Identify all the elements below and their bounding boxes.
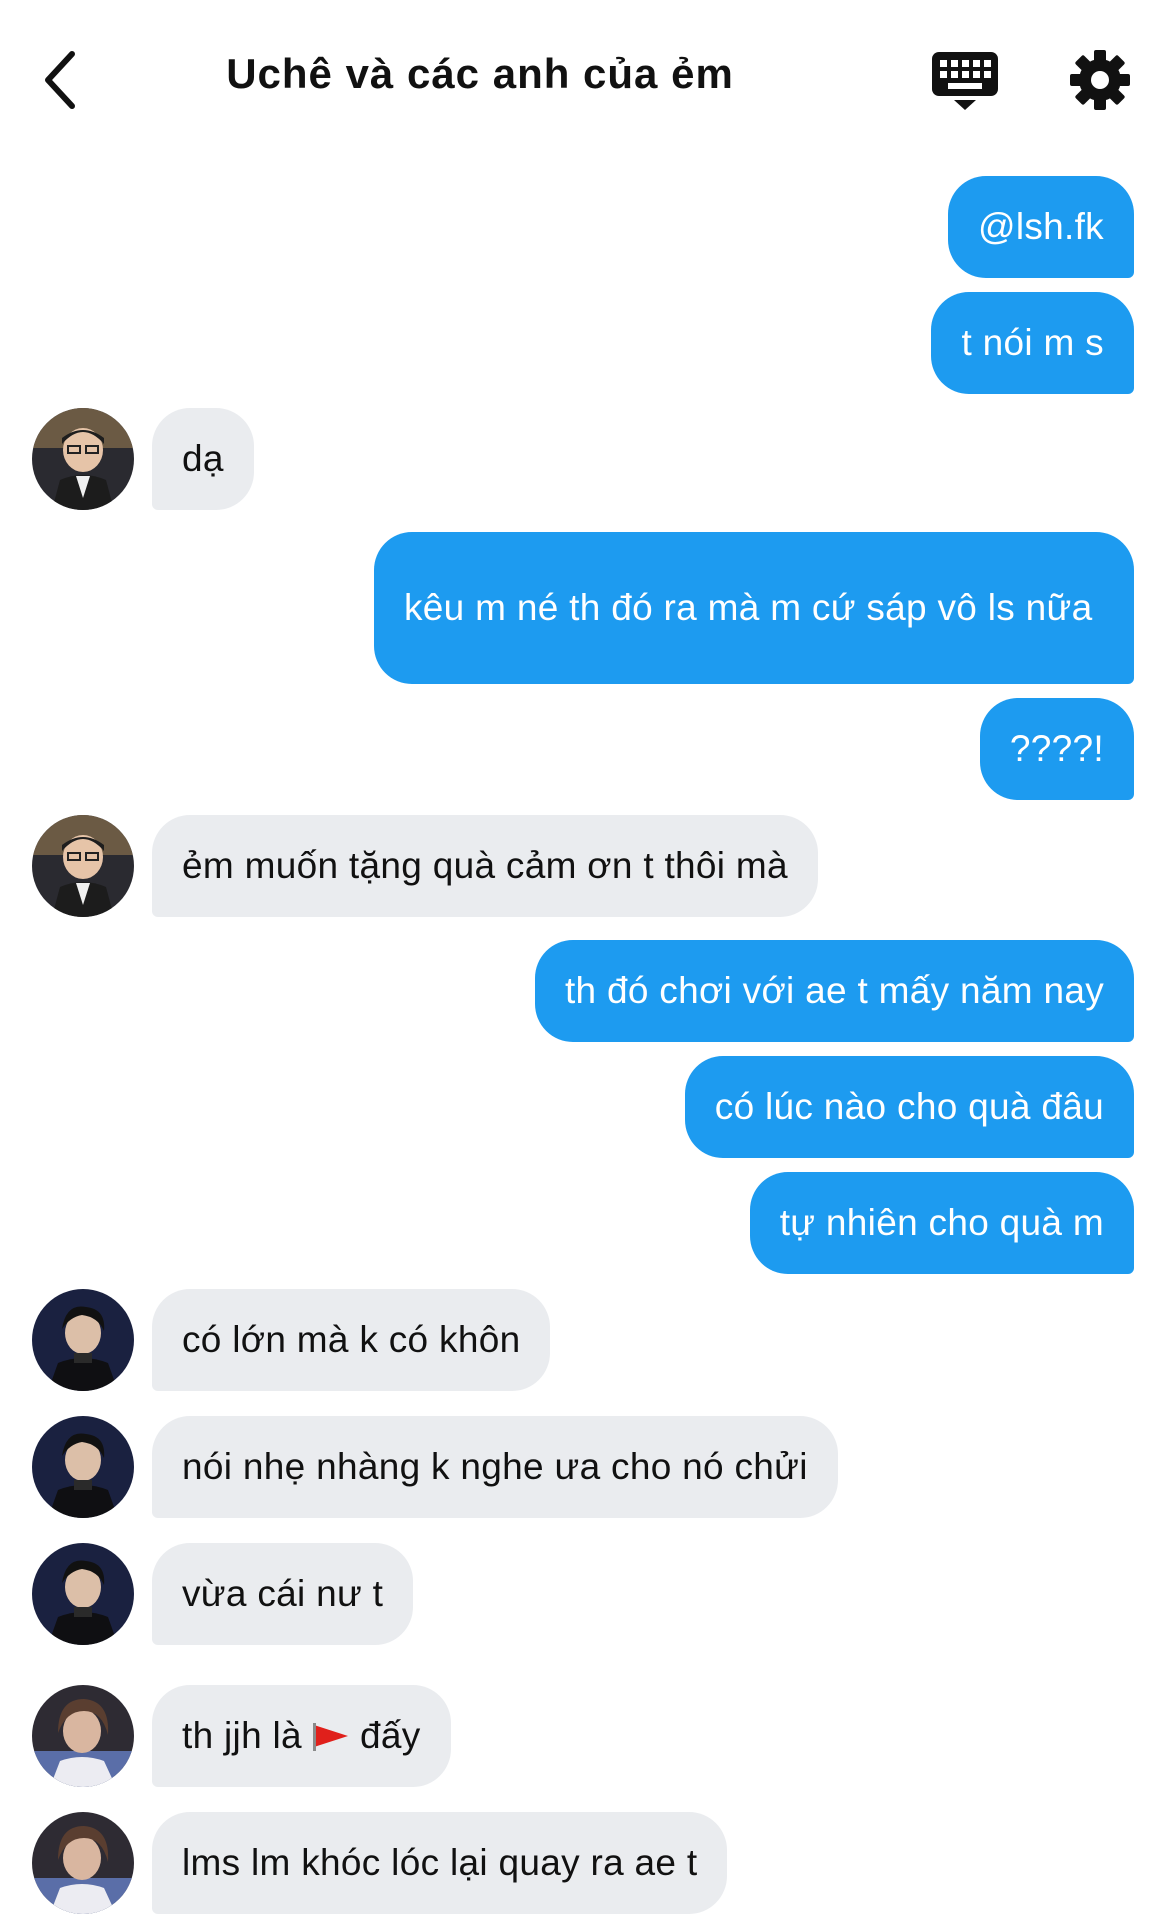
- message-text: th đó chơi với ae t mấy năm nay: [564, 970, 1104, 1011]
- avatar[interactable]: [32, 1289, 134, 1391]
- chevron-left-icon[interactable]: [38, 44, 86, 116]
- avatar[interactable]: [32, 1685, 134, 1787]
- message-text: có lúc nào cho quà đâu: [714, 1086, 1104, 1127]
- keyboard-icon[interactable]: [930, 50, 1000, 112]
- outgoing-message[interactable]: th đó chơi với ae t mấy năm nay: [534, 940, 1134, 1042]
- outgoing-message[interactable]: ????!: [979, 698, 1134, 800]
- incoming-message[interactable]: nói nhẹ nhàng k nghe ưa cho nó chửi: [152, 1416, 838, 1518]
- avatar[interactable]: [32, 1416, 134, 1518]
- message-text: kêu m né th đó ra mà m cứ sáp vô ls nữa: [404, 587, 1093, 628]
- outgoing-message[interactable]: tự nhiên cho quà m: [749, 1172, 1134, 1274]
- message-text: vừa cái nư t: [182, 1573, 384, 1614]
- message-text-after: đấy: [359, 1715, 421, 1756]
- message-text: t nói m s: [961, 322, 1104, 363]
- incoming-message[interactable]: dạ: [152, 408, 254, 510]
- gear-icon[interactable]: [1068, 48, 1132, 112]
- incoming-message[interactable]: th jjh là đấy: [152, 1685, 451, 1787]
- avatar[interactable]: [32, 1812, 134, 1914]
- incoming-message[interactable]: ẻm muốn tặng quà cảm ơn t thôi mà: [152, 815, 818, 917]
- outgoing-message[interactable]: kêu m né th đó ra mà m cứ sáp vô ls nữa: [374, 532, 1134, 684]
- message-text: @lsh.fk: [977, 206, 1104, 247]
- message-text-before: th jjh là: [182, 1715, 302, 1756]
- avatar[interactable]: [32, 1543, 134, 1645]
- triangular-flag-icon: [312, 1723, 348, 1751]
- outgoing-message[interactable]: có lúc nào cho quà đâu: [684, 1056, 1134, 1158]
- conversation-title: Uchê và các anh của ẻm: [226, 50, 734, 97]
- avatar[interactable]: [32, 408, 134, 510]
- outgoing-message[interactable]: t nói m s: [931, 292, 1134, 394]
- message-text: dạ: [182, 438, 224, 479]
- outgoing-message[interactable]: @lsh.fk: [947, 176, 1134, 278]
- message-text: ẻm muốn tặng quà cảm ơn t thôi mà: [182, 845, 788, 886]
- avatar[interactable]: [32, 815, 134, 917]
- message-text: lms lm khóc lóc lại quay ra ae t: [182, 1842, 698, 1883]
- message-text: có lớn mà k có khôn: [182, 1319, 521, 1360]
- message-text: nói nhẹ nhàng k nghe ưa cho nó chửi: [182, 1446, 808, 1487]
- incoming-message[interactable]: có lớn mà k có khôn: [152, 1289, 551, 1391]
- incoming-message[interactable]: lms lm khóc lóc lại quay ra ae t: [152, 1812, 728, 1914]
- incoming-message[interactable]: vừa cái nư t: [152, 1543, 414, 1645]
- message-text: ????!: [1009, 728, 1104, 769]
- chat-header: Uchê và các anh của ẻm: [0, 0, 1164, 160]
- message-text: tự nhiên cho quà m: [779, 1202, 1104, 1243]
